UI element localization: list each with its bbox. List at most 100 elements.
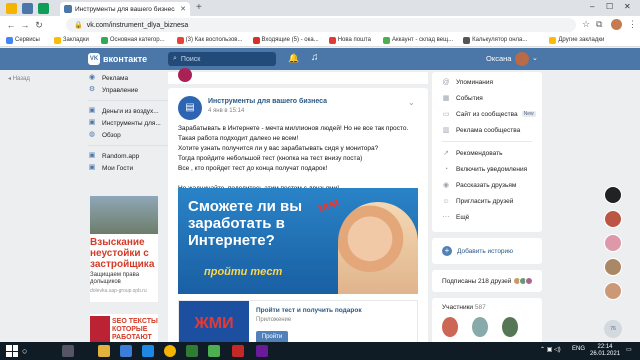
menu-item-recommend[interactable]: ↗ Рекомендовать xyxy=(432,145,542,161)
avatar[interactable] xyxy=(472,317,488,337)
monitor-icon: ▭ xyxy=(442,111,450,118)
menu-item-site[interactable]: ▭ Сайт из сообщества New xyxy=(432,106,542,122)
app-icon[interactable] xyxy=(142,345,154,357)
star-icon[interactable]: ☆ xyxy=(582,19,590,30)
menu-item-more[interactable]: ⋯ Ещё xyxy=(432,209,542,225)
bookmark[interactable]: Калькулятор онла... xyxy=(463,36,527,44)
minimize-icon[interactable]: – xyxy=(590,2,594,11)
banner-photo xyxy=(338,202,418,294)
back-link[interactable]: ◂ Назад xyxy=(8,75,30,82)
bookmark[interactable]: Нова пошта xyxy=(328,36,371,44)
forward-icon[interactable]: → xyxy=(18,20,32,30)
reload-icon[interactable]: ↻ xyxy=(32,20,46,31)
app-link-card[interactable]: ЖМИ Пройти тест и получить подарок Прило… xyxy=(178,300,418,347)
pinned-tab[interactable] xyxy=(6,3,17,14)
post-date[interactable]: 4 янв в 15:14 xyxy=(208,108,244,114)
new-badge: New xyxy=(521,111,536,117)
bookmark[interactable]: Аккаунт - склад вещ... xyxy=(382,36,453,44)
user-name[interactable]: Оксана xyxy=(486,54,511,63)
link-thumbnail: ЖМИ xyxy=(179,301,249,347)
post-image[interactable]: Сможете ли вы заработать в Интернете? te… xyxy=(178,188,418,294)
app-icon[interactable] xyxy=(232,345,244,357)
left-menu-item[interactable]: ▣ Инструменты для... xyxy=(88,117,168,129)
tray-icons[interactable]: ⌃ ▣ ◁) xyxy=(540,346,561,353)
bookmark[interactable]: (3) Как воспользов... xyxy=(176,36,243,44)
left-menu-item[interactable]: ▣ Мои Гости xyxy=(88,162,168,174)
left-menu-item[interactable]: ◉ Реклама xyxy=(88,72,168,84)
explorer-icon[interactable] xyxy=(98,345,110,357)
taskview-icon[interactable] xyxy=(62,345,74,357)
windows-start-icon[interactable] xyxy=(6,345,18,357)
app-icon: ▣ xyxy=(88,107,96,114)
bookmark[interactable]: Входящие (5) - ока... xyxy=(252,36,319,44)
bookmark[interactable]: Сервисы xyxy=(6,36,40,44)
clock[interactable]: 22:14 26.01.2021 xyxy=(590,344,620,358)
new-tab-icon[interactable]: + xyxy=(196,2,202,13)
left-menu-item[interactable]: ▣ Random.app xyxy=(88,150,168,162)
ad-block[interactable]: Взыскание неустойки с застройщика Защища… xyxy=(90,196,158,302)
menu-icon[interactable]: ⋮ xyxy=(628,19,637,30)
left-menu-item[interactable]: ⚙ Управление xyxy=(88,84,168,96)
link-title[interactable]: Пройти тест и получить подарок xyxy=(256,307,362,314)
pinned-tab[interactable] xyxy=(22,3,33,14)
add-story-button[interactable]: + Добавить историю xyxy=(432,238,542,264)
maximize-icon[interactable]: ☐ xyxy=(606,2,613,11)
notifications-icon[interactable]: ▭ xyxy=(626,346,632,353)
bell-icon[interactable]: 🔔 xyxy=(288,53,299,64)
friends-label: Подписаны 218 друзей xyxy=(442,277,512,285)
bookmark[interactable]: Основная категор... xyxy=(100,36,165,44)
menu-item-mentions[interactable]: @ Упоминания xyxy=(432,74,542,90)
add-story-label: Добавить историю xyxy=(457,247,514,255)
bookmark[interactable]: Другие закладки xyxy=(549,36,604,44)
members-label[interactable]: Участники xyxy=(442,304,473,311)
search-icon[interactable]: ○ xyxy=(22,346,27,356)
back-icon[interactable]: ← xyxy=(4,20,18,30)
ad-title: SEO ТЕКСТЫ КОТОРЫЕ РАБОТАЮТ xyxy=(112,318,158,341)
chat-bubble[interactable] xyxy=(604,282,622,300)
friends-subscribed[interactable]: Подписаны 218 друзей xyxy=(432,270,542,292)
vk-search-input[interactable]: ⌕ Поиск xyxy=(168,52,276,66)
group-avatar[interactable]: ▤ xyxy=(178,96,202,120)
left-menu-item[interactable]: ◍ Обзор xyxy=(88,129,168,141)
menu-item-invite[interactable]: ☺ Пригласить друзей xyxy=(432,193,542,209)
app-icon[interactable] xyxy=(208,345,220,357)
calendar-icon: ▦ xyxy=(442,95,450,102)
chat-bubble[interactable] xyxy=(604,210,622,228)
music-icon[interactable]: ♫ xyxy=(311,52,319,63)
chrome-icon[interactable] xyxy=(164,345,176,357)
chat-count-badge[interactable]: 76 xyxy=(604,320,622,338)
chat-bubble[interactable] xyxy=(604,234,622,252)
menu-item-notifications[interactable]: ◔ Включить уведомления xyxy=(432,161,542,177)
language-indicator[interactable]: ENG xyxy=(572,346,585,352)
post-author[interactable]: Инструменты для вашего бизнеса xyxy=(208,98,327,105)
close-icon[interactable]: ✕ xyxy=(180,5,186,13)
ad-image xyxy=(90,196,158,234)
app-icon[interactable] xyxy=(120,345,132,357)
close-window-icon[interactable]: ✕ xyxy=(624,2,631,11)
left-menu-item[interactable]: ▣ Деньги из воздух... xyxy=(88,105,168,117)
menu-item-tell-friends[interactable]: ◉ Рассказать друзьям xyxy=(432,177,542,193)
globe-icon: ◍ xyxy=(88,131,96,138)
vk-favicon-icon xyxy=(64,5,72,13)
ad-block[interactable]: SEO ТЕКСТЫ КОТОРЫЕ РАБОТАЮТ xyxy=(90,314,158,344)
chat-bubble[interactable] xyxy=(604,186,622,204)
menu-item-events[interactable]: ▦ События xyxy=(432,90,542,106)
user-avatar[interactable] xyxy=(515,52,529,66)
menu-item-ads[interactable]: ▥ Реклама сообщества xyxy=(432,122,542,138)
chevron-down-icon[interactable]: ⌄ xyxy=(532,54,538,62)
address-toolbar: ← → ↻ 🔒 vk.com/instrument_dlya_biznesa ☆… xyxy=(0,16,640,34)
avatar[interactable] xyxy=(502,317,518,337)
active-tab[interactable]: Инструменты для вашего бизнеса ✕ xyxy=(60,2,190,16)
app-icon[interactable] xyxy=(186,345,198,357)
url-input[interactable]: 🔒 vk.com/instrument_dlya_biznesa xyxy=(66,18,576,32)
avatar[interactable] xyxy=(442,317,458,337)
extensions-icon[interactable]: ⧉ xyxy=(596,19,602,30)
app-icon[interactable] xyxy=(256,345,268,357)
vk-logo[interactable]: VK вконтакте xyxy=(88,53,147,65)
chevron-down-icon[interactable]: ⌄ xyxy=(408,98,415,107)
pinned-tab[interactable] xyxy=(38,3,49,14)
chat-bubble[interactable] xyxy=(604,258,622,276)
url-text: vk.com/instrument_dlya_biznesa xyxy=(86,21,189,29)
profile-avatar[interactable] xyxy=(611,19,622,30)
bookmark[interactable]: Закладки xyxy=(53,36,89,44)
